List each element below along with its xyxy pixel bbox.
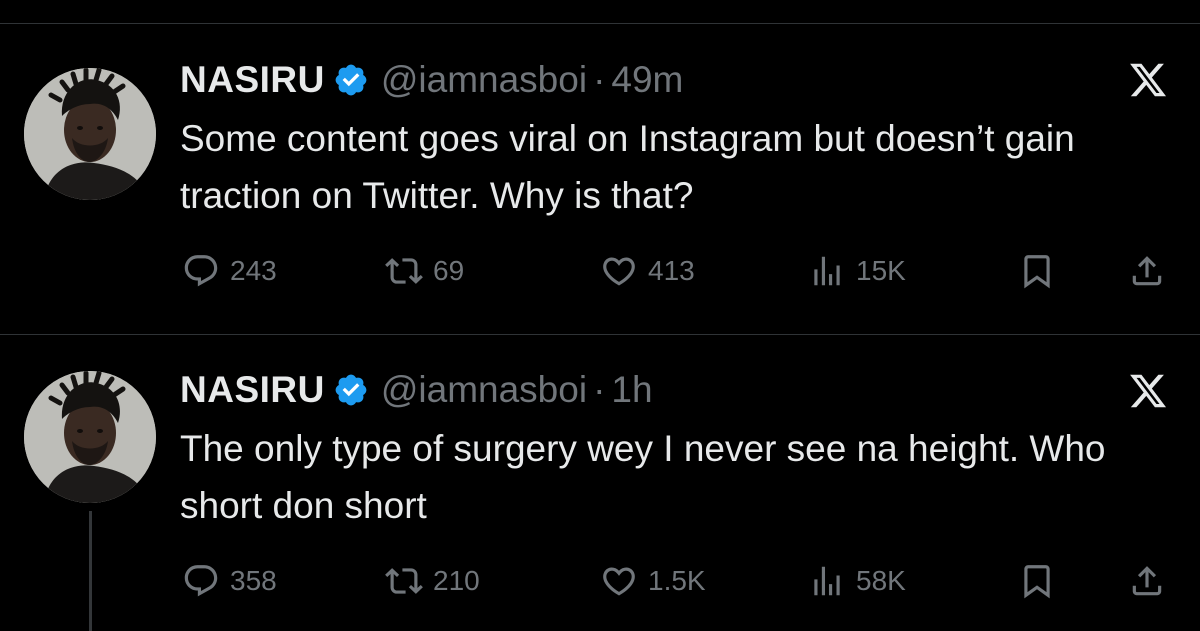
- author-name[interactable]: NASIRU: [180, 59, 325, 101]
- tweet[interactable]: NASIRU @iamnasboi · 1h The only type of …: [0, 335, 1200, 631]
- reply-icon: [182, 252, 220, 290]
- views-count: 58K: [856, 565, 906, 596]
- tweet-text: Some content goes viral on Instagram but…: [180, 118, 1075, 216]
- bookmark-button[interactable]: [1018, 559, 1056, 603]
- retweet-count: 210: [433, 565, 480, 596]
- timestamp[interactable]: 1h: [611, 369, 652, 411]
- like-count: 1.5K: [648, 565, 706, 596]
- x-logo-icon: [1128, 60, 1168, 100]
- reply-count: 243: [230, 255, 277, 286]
- separator-dot: ·: [593, 59, 606, 100]
- like-button[interactable]: 1.5K: [600, 559, 706, 603]
- verified-badge-icon: [333, 62, 369, 98]
- retweet-icon: [385, 562, 423, 600]
- avatar[interactable]: [24, 371, 156, 503]
- reply-count: 358: [230, 565, 277, 596]
- views-count: 15K: [856, 255, 906, 286]
- retweet-button[interactable]: 69: [385, 249, 464, 293]
- like-icon: [600, 252, 638, 290]
- share-icon: [1128, 252, 1166, 290]
- share-button[interactable]: [1128, 249, 1166, 293]
- author-name[interactable]: NASIRU: [180, 369, 325, 411]
- views-icon: [808, 562, 846, 600]
- author-handle[interactable]: @iamnasboi: [381, 59, 587, 101]
- views-button[interactable]: 58K: [808, 559, 906, 603]
- x-logo-icon: [1128, 371, 1168, 411]
- separator-dot: ·: [593, 369, 606, 410]
- bookmark-icon: [1018, 562, 1056, 600]
- like-icon: [600, 562, 638, 600]
- action-bar: 358 210 1.5K 58K: [180, 559, 1170, 603]
- tweet-header: NASIRU @iamnasboi · 1h: [180, 365, 653, 415]
- author-handle[interactable]: @iamnasboi: [381, 369, 587, 411]
- share-button[interactable]: [1128, 559, 1166, 603]
- views-button[interactable]: 15K: [808, 249, 906, 293]
- action-bar: 243 69 413 15K: [180, 249, 1170, 293]
- tweet-header: NASIRU @iamnasboi · 49m: [180, 55, 683, 105]
- tweet-text: The only type of surgery wey I never see…: [180, 428, 1106, 526]
- tweet[interactable]: NASIRU @iamnasboi · 49m Some content goe…: [0, 24, 1200, 335]
- reply-button[interactable]: 358: [182, 559, 277, 603]
- reply-icon: [182, 562, 220, 600]
- retweet-button[interactable]: 210: [385, 559, 480, 603]
- bookmark-icon: [1018, 252, 1056, 290]
- avatar[interactable]: [24, 68, 156, 200]
- share-icon: [1128, 562, 1166, 600]
- verified-badge-icon: [333, 372, 369, 408]
- thread-line: [89, 511, 92, 631]
- timestamp[interactable]: 49m: [611, 59, 683, 101]
- retweet-icon: [385, 252, 423, 290]
- like-button[interactable]: 413: [600, 249, 695, 293]
- like-count: 413: [648, 255, 695, 286]
- retweet-count: 69: [433, 255, 465, 286]
- views-icon: [808, 252, 846, 290]
- bookmark-button[interactable]: [1018, 249, 1056, 293]
- reply-button[interactable]: 243: [182, 249, 277, 293]
